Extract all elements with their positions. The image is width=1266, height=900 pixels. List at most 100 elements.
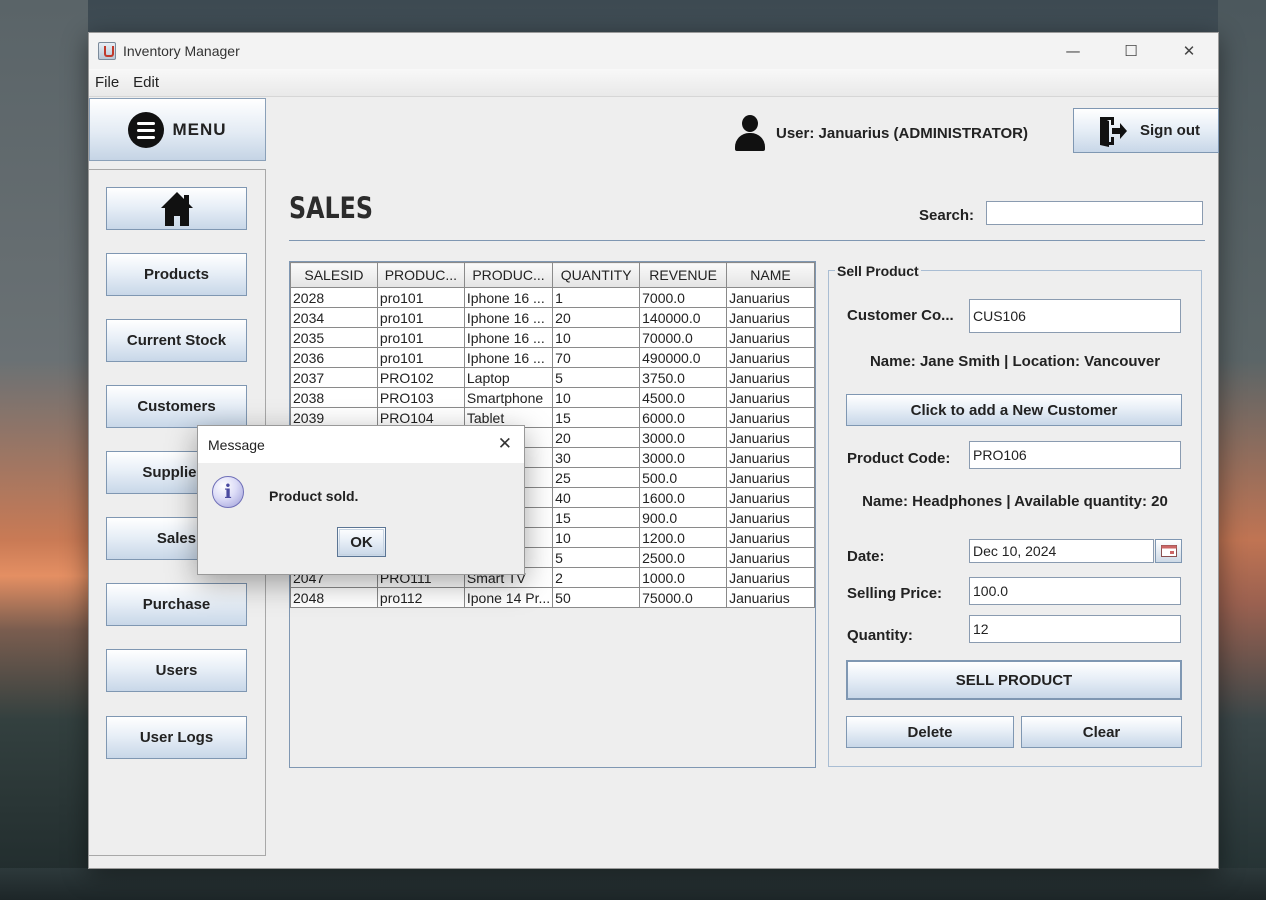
table-row[interactable]: 2038 PRO103 Smartphone 10 4500.0 Januarius bbox=[290, 387, 815, 408]
column-header-product-name[interactable]: PRODUC... bbox=[463, 262, 554, 288]
column-header-salesid[interactable]: SALESID bbox=[290, 262, 378, 288]
date-picker-button[interactable] bbox=[1155, 539, 1182, 563]
title-bar[interactable]: Inventory Manager — ☐ ✕ bbox=[89, 33, 1218, 69]
table-cell: 70 bbox=[552, 347, 641, 368]
table-cell: 10 bbox=[552, 387, 641, 408]
column-header-name[interactable]: NAME bbox=[726, 262, 815, 288]
table-cell: 2035 bbox=[290, 327, 378, 348]
column-header-revenue[interactable]: REVENUE bbox=[639, 262, 728, 288]
sell-product-panel: Sell Product Customer Co... Name: Jane S… bbox=[828, 263, 1202, 767]
table-cell: Januarius bbox=[726, 327, 815, 348]
menu-toggle-button[interactable]: MENU bbox=[89, 98, 266, 161]
table-cell: Iphone 16 ... bbox=[463, 327, 554, 348]
table-cell: 25 bbox=[552, 467, 641, 488]
sidebar-item-customers[interactable]: Customers bbox=[106, 385, 247, 428]
menu-edit[interactable]: Edit bbox=[133, 74, 159, 91]
table-cell: 15 bbox=[552, 507, 641, 528]
table-row[interactable]: 2035 pro101 Iphone 16 ... 10 70000.0 Januariu… bbox=[290, 327, 815, 348]
window-controls: — ☐ ✕ bbox=[1044, 33, 1218, 69]
table-cell: 1 bbox=[552, 287, 641, 308]
date-input[interactable] bbox=[969, 539, 1154, 563]
table-cell: Iphone 16 ... bbox=[463, 307, 554, 328]
home-button[interactable] bbox=[106, 187, 247, 230]
hamburger-icon bbox=[128, 111, 165, 148]
table-cell: 4500.0 bbox=[639, 387, 728, 408]
table-cell: Smartphone bbox=[463, 387, 554, 408]
date-label: Date: bbox=[847, 548, 885, 565]
table-cell: 140000.0 bbox=[639, 307, 728, 328]
sell-product-button[interactable]: SELL PRODUCT bbox=[846, 660, 1182, 700]
customer-code-input[interactable] bbox=[969, 299, 1181, 333]
search-input[interactable] bbox=[986, 201, 1203, 225]
table-header-row: SALESID PRODUC... PRODUC... QUANTITY REV… bbox=[290, 262, 815, 288]
table-cell: PRO103 bbox=[376, 387, 465, 408]
maximize-button[interactable]: ☐ bbox=[1102, 33, 1160, 69]
sidebar-item-products[interactable]: Products bbox=[106, 253, 247, 296]
quantity-input[interactable] bbox=[969, 615, 1181, 643]
selling-price-input[interactable] bbox=[969, 577, 1181, 605]
table-cell: Januarius bbox=[726, 447, 815, 468]
page-title: SALES bbox=[289, 191, 374, 225]
table-cell: 500.0 bbox=[639, 467, 728, 488]
delete-button[interactable]: Delete bbox=[846, 716, 1014, 748]
quantity-label: Quantity: bbox=[847, 627, 913, 644]
table-cell: Januarius bbox=[726, 367, 815, 388]
table-row[interactable]: 2028 pro101 Iphone 16 ... 1 7000.0 Januarius bbox=[290, 287, 815, 308]
close-window-button[interactable]: ✕ bbox=[1160, 33, 1218, 69]
current-user-label: User: Januarius (ADMINISTRATOR) bbox=[776, 124, 1028, 142]
table-cell: Januarius bbox=[726, 487, 815, 508]
table-row[interactable]: 2048 pro112 Ipone 14 Pr... 50 75000.0 Januari… bbox=[290, 587, 815, 608]
table-cell: pro101 bbox=[376, 327, 465, 348]
menu-file[interactable]: File bbox=[95, 74, 119, 91]
column-header-quantity[interactable]: QUANTITY bbox=[552, 262, 641, 288]
table-row[interactable]: 2037 PRO102 Laptop 5 3750.0 Januarius bbox=[290, 367, 815, 388]
table-cell: Januarius bbox=[726, 587, 815, 608]
sidebar-item-user-logs[interactable]: User Logs bbox=[106, 716, 247, 759]
window-title: Inventory Manager bbox=[123, 43, 240, 59]
user-info: User: Januarius (ADMINISTRATOR) bbox=[734, 115, 1028, 151]
clear-button[interactable]: Clear bbox=[1021, 716, 1182, 748]
minimize-button[interactable]: — bbox=[1044, 33, 1102, 69]
table-cell: Januarius bbox=[726, 387, 815, 408]
ok-button[interactable]: OK bbox=[337, 527, 386, 557]
sign-out-icon bbox=[1100, 116, 1127, 147]
table-cell: 6000.0 bbox=[639, 407, 728, 428]
table-cell: 20 bbox=[552, 307, 641, 328]
dialog-title-bar[interactable]: Message ✕ bbox=[198, 426, 524, 463]
table-cell: pro101 bbox=[376, 307, 465, 328]
table-cell: Januarius bbox=[726, 347, 815, 368]
java-app-icon bbox=[98, 42, 116, 60]
sidebar-item-purchase[interactable]: Purchase bbox=[106, 583, 247, 626]
table-cell: Januarius bbox=[726, 567, 815, 588]
dialog-message: Product sold. bbox=[269, 488, 359, 504]
table-cell: 1200.0 bbox=[639, 527, 728, 548]
sidebar-item-current-stock[interactable]: Current Stock bbox=[106, 319, 247, 362]
customer-code-label: Customer Co... bbox=[847, 307, 954, 324]
desktop-wallpaper-left bbox=[0, 0, 88, 900]
product-code-label: Product Code: bbox=[847, 450, 951, 467]
sidebar-item-users[interactable]: Users bbox=[106, 649, 247, 692]
table-cell: Januarius bbox=[726, 507, 815, 528]
title-divider bbox=[289, 240, 1205, 241]
column-header-product-code[interactable]: PRODUC... bbox=[376, 262, 465, 288]
table-cell: pro101 bbox=[376, 287, 465, 308]
customer-info-text: Name: Jane Smith | Location: Vancouver bbox=[869, 353, 1161, 370]
sign-out-label: Sign out bbox=[1140, 122, 1200, 139]
table-cell: Januarius bbox=[726, 287, 815, 308]
table-cell: Januarius bbox=[726, 547, 815, 568]
table-cell: Januarius bbox=[726, 427, 815, 448]
table-cell: 3000.0 bbox=[639, 447, 728, 468]
table-row[interactable]: 2036 pro101 Iphone 16 ... 70 490000.0 Januari… bbox=[290, 347, 815, 368]
sign-out-button[interactable]: Sign out bbox=[1073, 108, 1219, 153]
menu-bar: File Edit bbox=[89, 69, 1218, 97]
table-cell: pro112 bbox=[376, 587, 465, 608]
info-icon: i bbox=[212, 476, 244, 508]
table-row[interactable]: 2034 pro101 Iphone 16 ... 20 140000.0 Januari… bbox=[290, 307, 815, 328]
table-cell: 2 bbox=[552, 567, 641, 588]
table-cell: 490000.0 bbox=[639, 347, 728, 368]
product-code-input[interactable] bbox=[969, 441, 1181, 469]
add-customer-button[interactable]: Click to add a New Customer bbox=[846, 394, 1182, 426]
table-cell: 15 bbox=[552, 407, 641, 428]
dialog-close-icon[interactable]: ✕ bbox=[498, 434, 512, 454]
message-dialog: Message ✕ i Product sold. OK bbox=[197, 425, 525, 575]
